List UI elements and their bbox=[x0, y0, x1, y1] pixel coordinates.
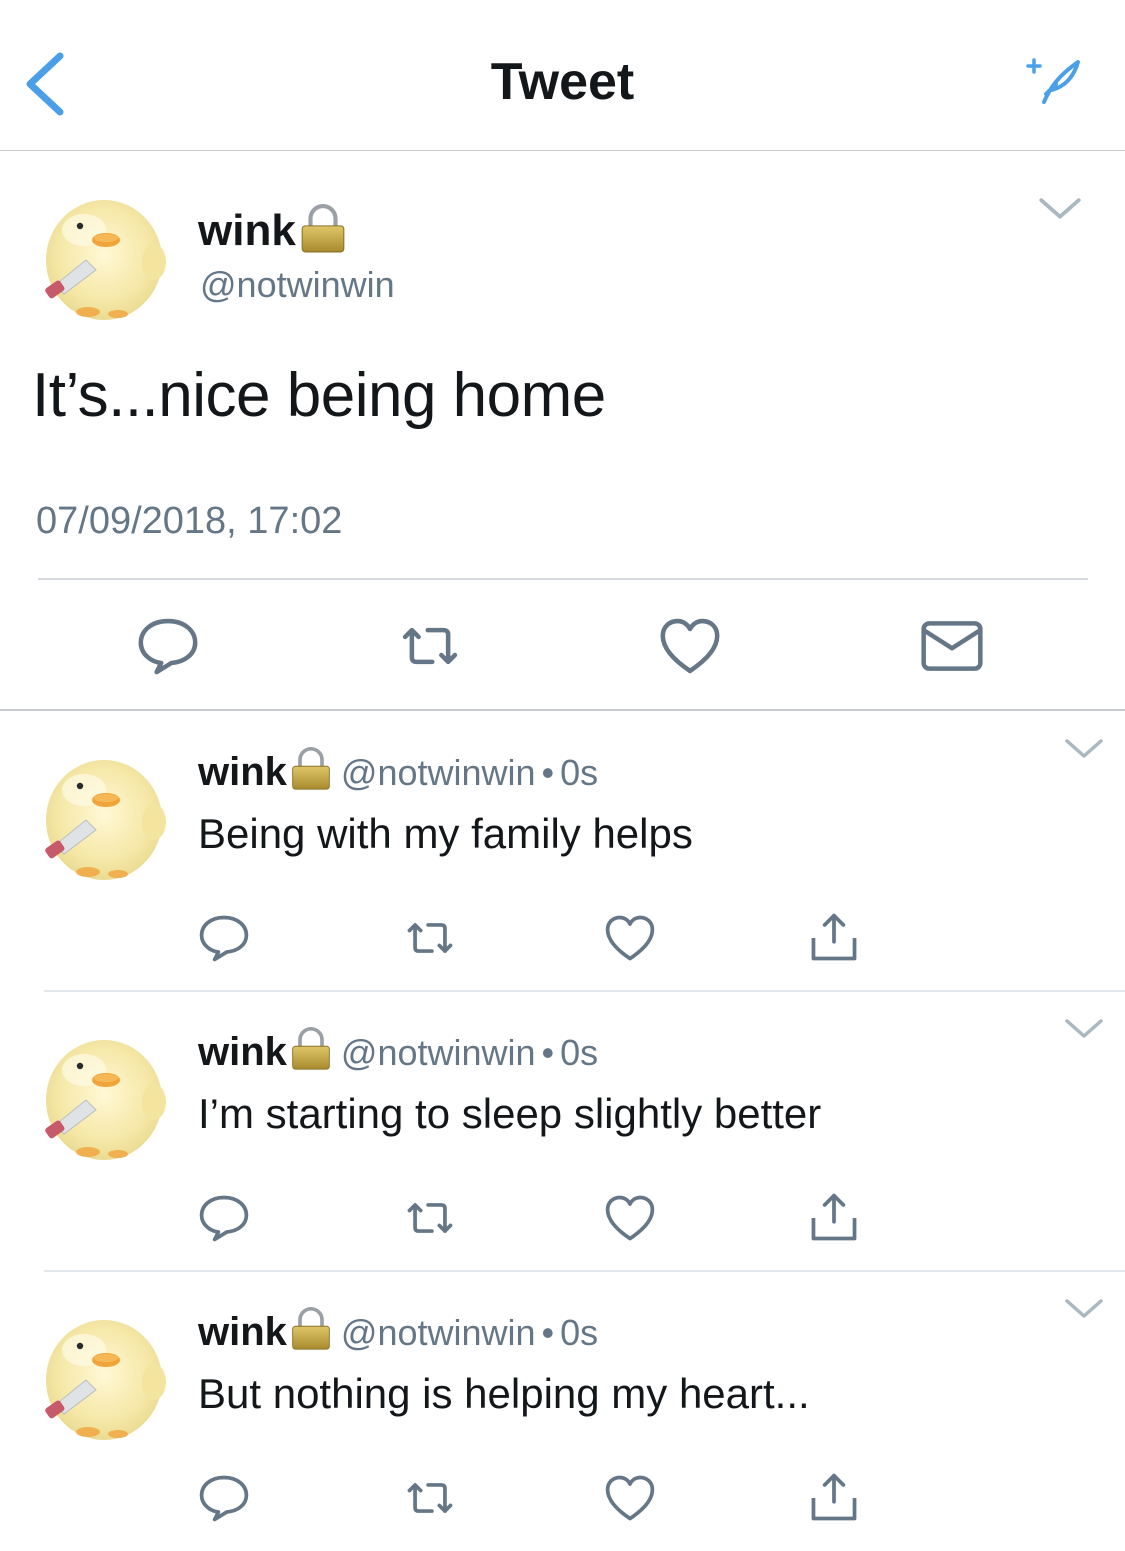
retweet-button[interactable] bbox=[396, 612, 464, 680]
like-icon bbox=[602, 910, 658, 966]
lock-icon bbox=[289, 1027, 333, 1071]
tweet-timestamp: 07/09/2018, 17:02 bbox=[36, 500, 343, 542]
reply-icon bbox=[196, 910, 252, 966]
reply-icon bbox=[134, 612, 202, 680]
like-button[interactable] bbox=[602, 1190, 658, 1246]
chevron-down-icon bbox=[1064, 738, 1104, 760]
chevron-down-icon bbox=[1038, 196, 1082, 222]
retweet-icon bbox=[402, 1470, 458, 1526]
tweet-time: 0s bbox=[560, 1032, 599, 1073]
display-name-text: wink bbox=[198, 206, 296, 255]
divider bbox=[38, 578, 1088, 580]
tweet-options-button[interactable] bbox=[1064, 1018, 1104, 1040]
divider bbox=[44, 990, 1125, 992]
lock-icon bbox=[289, 747, 333, 791]
share-button[interactable] bbox=[806, 1190, 862, 1246]
display-name[interactable]: wink bbox=[198, 206, 348, 256]
avatar[interactable] bbox=[34, 750, 170, 886]
chick-avatar-image bbox=[34, 1310, 170, 1446]
separator-dot: • bbox=[541, 1032, 555, 1073]
tweet-options-button[interactable] bbox=[1064, 738, 1104, 760]
retweet-icon bbox=[402, 910, 458, 966]
tweet-text: I’m starting to sleep slightly better bbox=[198, 1090, 822, 1137]
reply-tweet[interactable]: wink @notwinwin • 0s Being with my family h… bbox=[0, 710, 1125, 990]
like-button[interactable] bbox=[602, 1470, 658, 1526]
separator-dot: • bbox=[541, 752, 555, 793]
lock-icon bbox=[298, 204, 348, 254]
reply-button[interactable] bbox=[196, 910, 252, 966]
username[interactable]: @notwinwin bbox=[341, 1032, 536, 1073]
tweet-time: 0s bbox=[560, 1312, 599, 1353]
top-navigation-bar: Tweet bbox=[0, 0, 1125, 151]
retweet-icon bbox=[396, 612, 464, 680]
display-name[interactable]: wink bbox=[198, 1030, 287, 1074]
reply-tweet[interactable]: wink @notwinwin • 0s But nothing is helping… bbox=[0, 1270, 1125, 1550]
reply-button[interactable] bbox=[196, 1190, 252, 1246]
direct-message-icon bbox=[918, 612, 986, 680]
retweet-button[interactable] bbox=[402, 1190, 458, 1246]
retweet-button[interactable] bbox=[402, 910, 458, 966]
tweet-options-button[interactable] bbox=[1064, 1298, 1104, 1320]
tweet-text: It’s...nice being home bbox=[32, 361, 606, 430]
display-name[interactable]: wink bbox=[198, 1310, 287, 1354]
reply-tweet[interactable]: wink @notwinwin • 0s I’m starting to sleep … bbox=[0, 990, 1125, 1270]
divider bbox=[44, 1270, 1125, 1272]
retweet-button[interactable] bbox=[402, 1470, 458, 1526]
chevron-down-icon bbox=[1064, 1018, 1104, 1040]
share-icon bbox=[806, 1190, 862, 1246]
reply-button[interactable] bbox=[134, 612, 202, 680]
share-button[interactable] bbox=[806, 910, 862, 966]
reply-button[interactable] bbox=[196, 1470, 252, 1526]
chick-avatar-image bbox=[34, 1030, 170, 1166]
compose-tweet-icon bbox=[1026, 58, 1080, 104]
username[interactable]: @notwinwin bbox=[341, 752, 536, 793]
chevron-down-icon bbox=[1064, 1298, 1104, 1320]
reply-icon bbox=[196, 1470, 252, 1526]
page-title: Tweet bbox=[490, 53, 635, 111]
share-icon bbox=[806, 1470, 862, 1526]
lock-icon bbox=[289, 1307, 333, 1351]
tweet-options-button[interactable] bbox=[1038, 196, 1082, 222]
username[interactable]: @notwinwin bbox=[200, 264, 395, 306]
username[interactable]: @notwinwin bbox=[341, 1312, 536, 1353]
tweet-text: But nothing is helping my heart... bbox=[198, 1370, 810, 1417]
retweet-icon bbox=[402, 1190, 458, 1246]
like-icon bbox=[602, 1190, 658, 1246]
direct-message-button[interactable] bbox=[918, 612, 986, 680]
avatar[interactable] bbox=[34, 190, 170, 326]
chick-avatar-image bbox=[34, 190, 170, 326]
tweet-time: 0s bbox=[560, 752, 599, 793]
tweet-header: wink @notwinwin • 0s bbox=[198, 750, 598, 795]
like-icon bbox=[656, 612, 724, 680]
display-name[interactable]: wink bbox=[198, 750, 287, 794]
share-icon bbox=[806, 910, 862, 966]
tweet-text: Being with my family helps bbox=[198, 810, 693, 857]
like-icon bbox=[602, 1470, 658, 1526]
like-button[interactable] bbox=[656, 612, 724, 680]
compose-tweet-button[interactable] bbox=[1022, 54, 1084, 108]
like-button[interactable] bbox=[602, 910, 658, 966]
avatar[interactable] bbox=[34, 1310, 170, 1446]
avatar[interactable] bbox=[34, 1030, 170, 1166]
tweet-header: wink @notwinwin • 0s bbox=[198, 1030, 598, 1075]
separator-dot: • bbox=[541, 1312, 555, 1353]
chick-avatar-image bbox=[34, 750, 170, 886]
share-button[interactable] bbox=[806, 1470, 862, 1526]
tweet-header: wink @notwinwin • 0s bbox=[198, 1310, 598, 1355]
reply-icon bbox=[196, 1190, 252, 1246]
